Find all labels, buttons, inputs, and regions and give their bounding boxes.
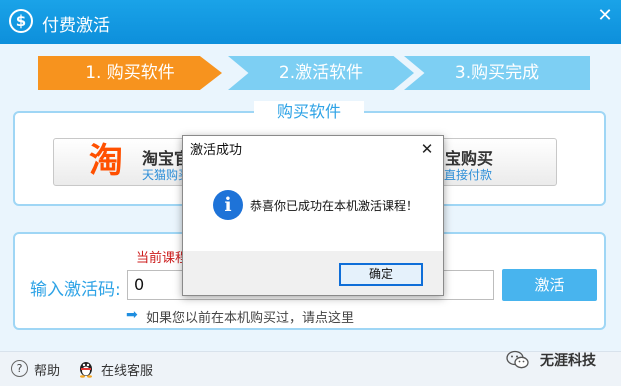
help-icon[interactable]: ? [11, 360, 28, 377]
wechat-icon [506, 350, 529, 369]
buy-panel-title: 购买软件 [254, 101, 364, 123]
qq-icon[interactable] [77, 358, 95, 378]
dialog-title: 激活成功 [190, 143, 243, 158]
arrow-right-icon: ➡ [126, 307, 138, 323]
dollar-icon: $ [9, 9, 33, 33]
alipay-subtitle: 直接付款 [444, 168, 493, 182]
current-course-label: 当前课程 [136, 251, 189, 266]
window-title: 付费激活 [42, 16, 110, 36]
dialog-message: 恭喜你已成功在本机激活课程！ [250, 199, 419, 213]
taobao-icon: 淘 [89, 141, 123, 181]
watermark-text: 无涯科技 [540, 353, 596, 369]
help-link[interactable]: 帮助 [34, 360, 60, 379]
step-activate-software: 2.激活软件 [228, 56, 414, 90]
online-support-link[interactable]: 在线客服 [101, 360, 153, 379]
activation-code-label: 输入激活码: [30, 280, 121, 300]
dialog-close-icon[interactable]: ✕ [419, 140, 435, 158]
restore-purchase-link[interactable]: 如果您以前在本机购买过，请点这里 [146, 307, 354, 326]
close-icon[interactable]: ✕ [595, 6, 615, 26]
ok-button[interactable]: 确定 [339, 263, 423, 286]
info-icon: i [213, 190, 243, 220]
activate-button[interactable]: 激活 [502, 269, 597, 301]
step-buy-software: 1. 购买软件 [38, 56, 222, 90]
step-purchase-complete: 3.购买完成 [404, 56, 590, 90]
